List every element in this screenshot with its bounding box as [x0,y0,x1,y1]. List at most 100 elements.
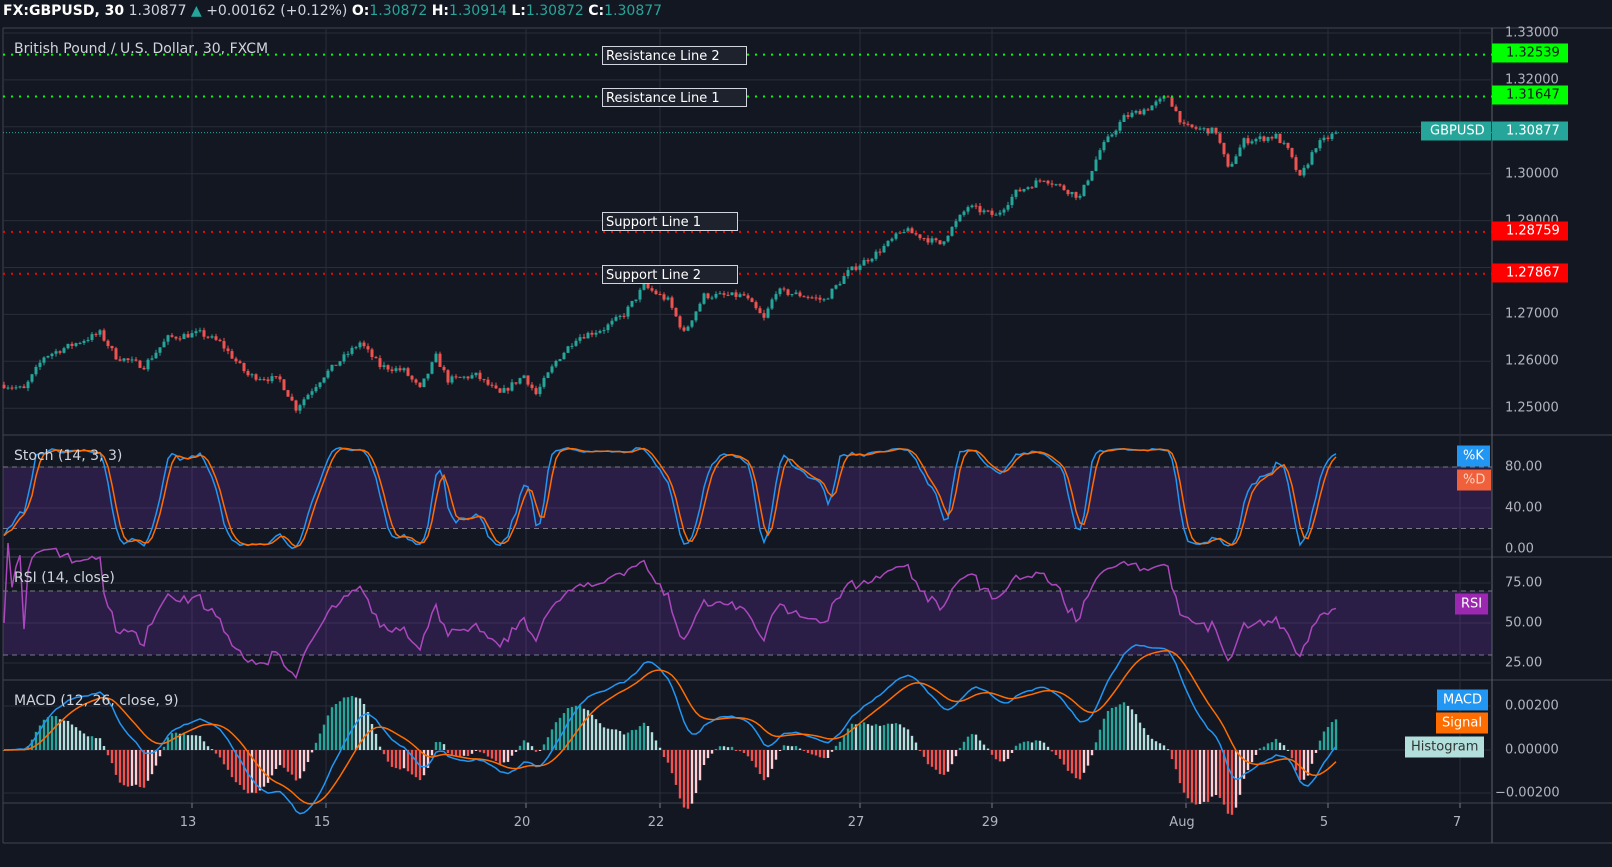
candle-down [938,240,942,245]
stoch-tick: 80.00 [1505,459,1543,475]
candle-down [818,297,822,300]
candle-up [182,334,186,340]
macd-histogram-bar [126,750,130,787]
resistance-line-2-label[interactable]: Resistance Line 2 [602,46,747,65]
candle-down [1290,148,1294,158]
candle-up [538,386,542,395]
macd-histogram-bar [998,750,1002,762]
macd-histogram-bar [842,735,846,750]
candle-up [594,332,598,335]
macd-histogram-bar [454,750,458,756]
price-tick: 1.26000 [1505,353,1559,369]
resistance-line-1-label[interactable]: Resistance Line 1 [602,88,747,107]
macd-histogram-bar [1310,750,1314,764]
rsi-legend[interactable]: RSI (14, close) [14,570,115,586]
macd-histogram-bar [326,715,330,750]
macd-histogram-bar [394,750,398,769]
candle-up [794,292,798,295]
macd-histogram-bar [762,750,766,781]
candle-down [986,210,990,212]
d-badge: %D [1457,469,1492,491]
candle-up [882,245,886,253]
macd-legend[interactable]: MACD (12, 26, close, 9) [14,693,179,709]
candle-up [66,343,70,349]
macd-histogram-bar [154,750,158,766]
macd-histogram-bar [1138,722,1142,750]
macd-histogram-bar [110,750,114,764]
candle-up [314,387,318,392]
candle-up [954,221,958,227]
histogram-badge: Histogram [1405,736,1485,758]
macd-histogram-bar [782,745,786,750]
candle-up [638,289,642,300]
candle-down [786,289,790,295]
macd-histogram-bar [618,730,622,750]
candle-down [418,382,422,387]
candle-up [510,382,514,391]
candle-down [506,388,510,391]
candle-up [98,330,102,335]
macd-histogram-bar [194,735,198,750]
time-tick: 7 [1452,815,1462,830]
candle-up [1150,105,1154,111]
candle-up [862,260,866,266]
candle-up [1154,101,1158,106]
macd-histogram-bar [102,745,106,750]
macd-histogram-bar [298,750,302,779]
candle-up [1022,189,1026,192]
candle-up [450,376,454,383]
candle-down [242,363,246,372]
candle-up [730,292,734,296]
chart-canvas[interactable] [0,0,1612,867]
candle-up [578,337,582,341]
macd-histogram-bar [778,750,782,751]
macd-histogram-bar [822,750,826,759]
support-line-1-label[interactable]: Support Line 1 [602,212,738,231]
macd-histogram-bar [346,697,350,750]
time-tick: Aug [1169,815,1195,830]
candle-up [822,299,826,301]
macd-histogram-bar [582,708,586,750]
macd-histogram-bar [122,750,126,786]
macd-histogram-bar [90,736,94,750]
candle-up [1250,141,1254,144]
candle-up [1070,191,1074,195]
macd-histogram-bar [854,724,858,750]
candle-up [838,283,842,286]
macd-histogram-bar [826,750,830,758]
support-2-price-tag: 1.27867 [1492,263,1568,283]
macd-histogram-bar [1286,749,1290,751]
macd-histogram-bar [66,720,70,750]
candle-down [1270,137,1274,139]
candle-up [586,332,590,339]
macd-histogram-bar [1170,750,1174,760]
macd-histogram-bar [1106,710,1110,750]
candle-down [1038,180,1042,182]
stoch-legend[interactable]: Stoch (14, 3, 3) [14,448,122,464]
macd-histogram-bar [442,744,446,750]
macd-histogram-bar [758,750,762,775]
candle-down [366,346,370,350]
macd-histogram-bar [206,746,210,750]
candle-down [1062,185,1066,191]
candle-down [406,368,410,376]
rsi-band [3,591,1492,655]
time-tick: 20 [513,815,531,830]
candle-up [1254,138,1258,142]
candle-down [138,360,142,368]
macd-histogram-bar [1194,750,1198,805]
macd-histogram-bar [946,750,950,772]
macd-histogram-bar [118,750,122,783]
candle-down [58,351,62,353]
candle-up [946,235,950,242]
macd-histogram-bar [634,729,638,750]
macd-histogram-bar [754,750,758,768]
support-line-2-label[interactable]: Support Line 2 [602,265,738,284]
candle-up [1238,147,1242,157]
candle-down [254,374,258,380]
macd-histogram-bar [1122,702,1126,750]
candle-down [1174,106,1178,112]
candle-down [1074,191,1078,198]
macd-histogram-bar [174,732,178,750]
candle-up [30,374,34,382]
